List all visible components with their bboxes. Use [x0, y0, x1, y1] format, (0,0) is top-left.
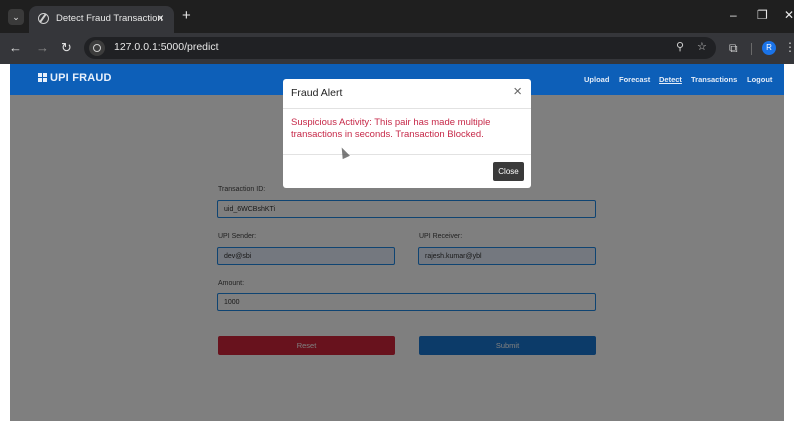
- reload-icon[interactable]: ↻: [61, 40, 72, 56]
- tab-search-icon[interactable]: ⌄: [8, 9, 24, 25]
- fraud-alert-message: Suspicious Activity: This pair has made …: [291, 117, 491, 140]
- tab-title: Detect Fraud Transaction: [56, 13, 163, 24]
- tab-close-icon[interactable]: ×: [157, 11, 164, 25]
- brand-text: UPI FRAUD: [50, 72, 112, 84]
- toolbar-divider: [751, 43, 752, 55]
- tab-favicon-icon: [38, 13, 49, 24]
- close-window-icon[interactable]: ✕: [784, 8, 794, 22]
- brand[interactable]: UPI FRAUD: [38, 72, 112, 84]
- new-tab-icon[interactable]: +: [182, 7, 191, 24]
- url-text: 127.0.0.1:5000/predict: [114, 41, 219, 53]
- site-info-icon[interactable]: [89, 40, 105, 56]
- modal-divider-bottom: [283, 154, 531, 155]
- address-bar[interactable]: 127.0.0.1:5000/predict ⚲ ☆: [84, 37, 716, 59]
- bookmark-star-icon[interactable]: ☆: [697, 40, 707, 53]
- back-icon[interactable]: ←: [9, 40, 22, 55]
- maximize-icon[interactable]: ❐: [757, 8, 768, 22]
- browser-tab[interactable]: Detect Fraud Transaction ×: [29, 6, 174, 33]
- nav-link-upload[interactable]: Upload: [584, 75, 609, 84]
- fraud-alert-modal: Fraud Alert × Suspicious Activity: This …: [283, 79, 531, 188]
- modal-close-icon[interactable]: ×: [513, 83, 522, 100]
- grid-logo-icon: [38, 73, 47, 82]
- modal-close-button[interactable]: Close: [493, 162, 524, 181]
- profile-avatar[interactable]: R: [762, 41, 776, 55]
- minimize-icon[interactable]: –: [730, 8, 737, 22]
- nav-link-forecast[interactable]: Forecast: [619, 75, 650, 84]
- nav-link-transactions[interactable]: Transactions: [691, 75, 737, 84]
- modal-divider-top: [283, 108, 531, 109]
- extensions-icon[interactable]: ⧉: [729, 41, 738, 56]
- browser-toolbar: ← → ↻ 127.0.0.1:5000/predict ⚲ ☆ ⧉ R ⋮: [0, 33, 794, 64]
- zoom-icon[interactable]: ⚲: [676, 40, 684, 53]
- modal-title: Fraud Alert: [291, 87, 343, 99]
- forward-icon[interactable]: →: [36, 40, 49, 55]
- nav-link-detect[interactable]: Detect: [659, 75, 682, 84]
- browser-menu-icon[interactable]: ⋮: [784, 40, 794, 54]
- browser-tab-bar: ⌄ Detect Fraud Transaction × + – ❐ ✕: [0, 0, 794, 33]
- nav-link-logout[interactable]: Logout: [747, 75, 772, 84]
